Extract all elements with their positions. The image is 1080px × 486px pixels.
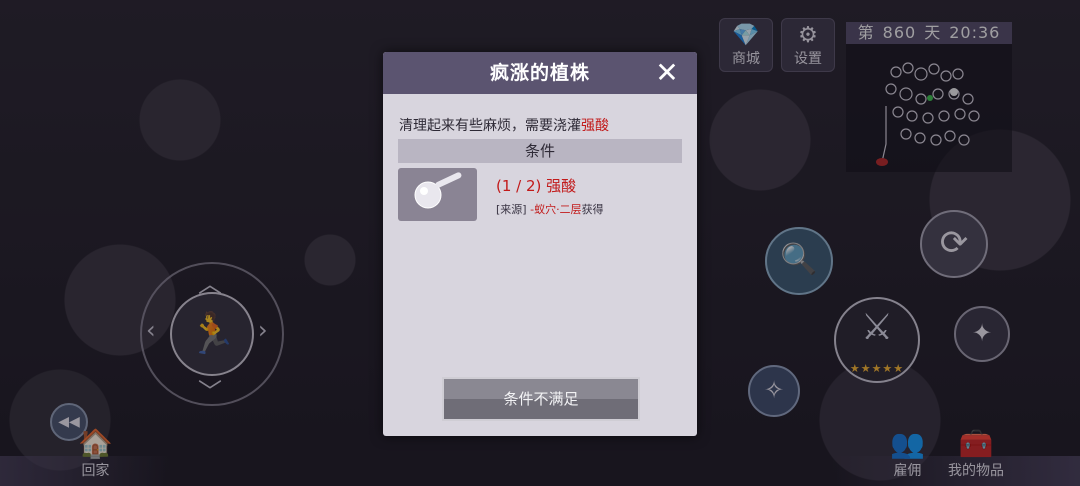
item-requirement-count: (1 / 2) 强酸 — [496, 177, 577, 195]
close-button[interactable]: ✕ — [653, 59, 681, 87]
item-source: [来源] -蚁穴·二层获得 — [496, 201, 604, 217]
conditions-header: 条件 — [398, 139, 682, 163]
flask-icon[interactable] — [398, 168, 477, 221]
dialog-header: 疯涨的植株 ✕ — [383, 52, 697, 94]
plant-dialog: 疯涨的植株 ✕ 清理起来有些麻烦，需要浇灌强酸 条件 (1 / 2) 强酸 [来… — [383, 52, 697, 436]
condition-unmet-button[interactable]: 条件不满足 — [442, 377, 640, 421]
close-icon: ✕ — [655, 56, 679, 89]
dialog-title: 疯涨的植株 — [489, 62, 590, 84]
source-suffix: 获得 — [581, 203, 604, 216]
description-highlight: 强酸 — [581, 118, 609, 134]
description-text: 清理起来有些麻烦，需要浇灌 — [399, 118, 581, 134]
source-location[interactable]: -蚁穴·二层 — [530, 203, 581, 216]
dialog-description: 清理起来有些麻烦，需要浇灌强酸 — [399, 115, 609, 135]
source-prefix: [来源] — [496, 203, 531, 216]
